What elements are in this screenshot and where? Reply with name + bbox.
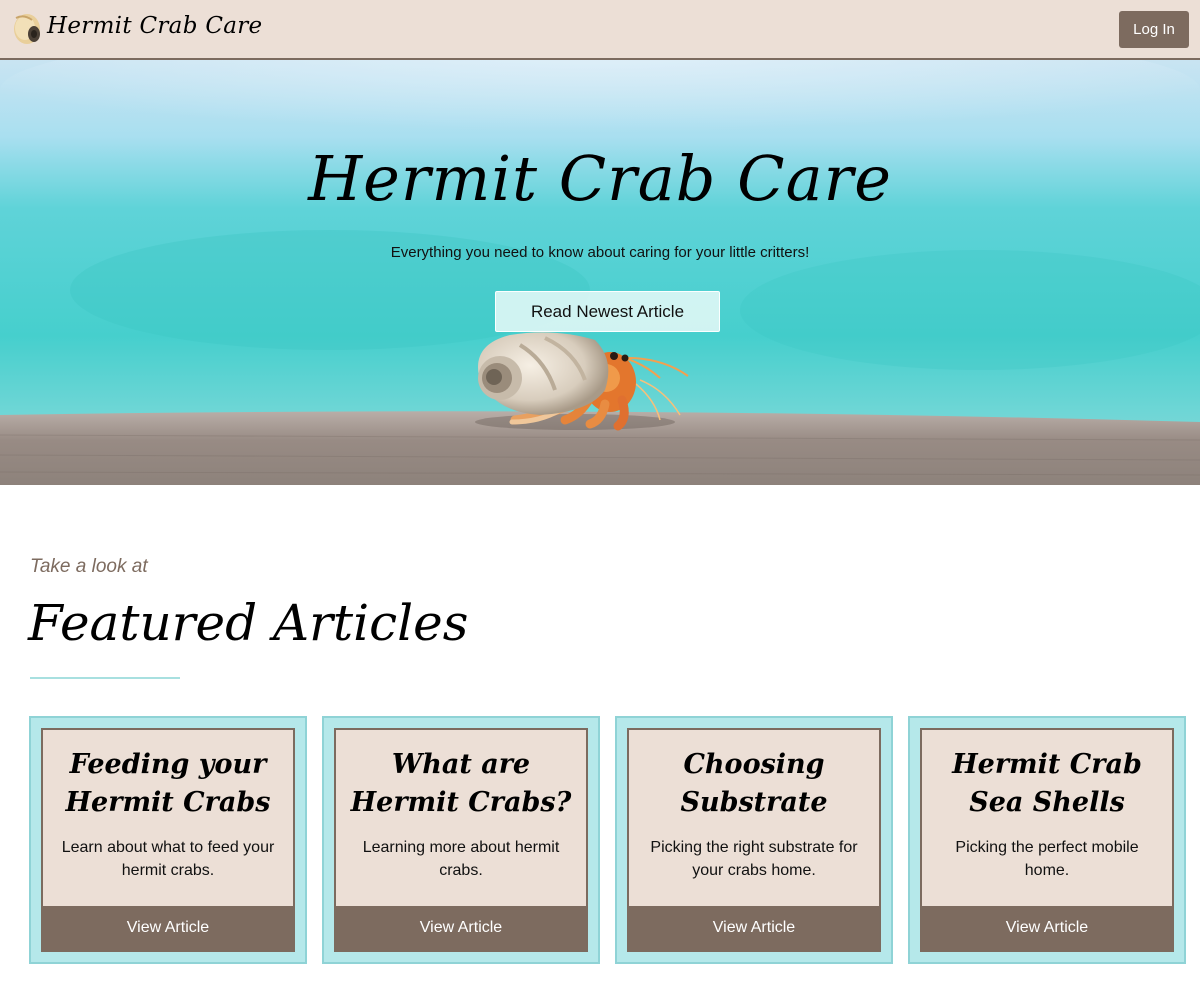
- article-card-description: Picking the right substrate for your cra…: [650, 839, 858, 879]
- article-card-body: Feeding your Hermit Crabs Learn about wh…: [41, 728, 295, 952]
- article-card-title: Hermit Crab Sea Shells: [952, 749, 1142, 818]
- brand-name: Hermit Crab Care: [47, 13, 263, 39]
- article-card: Feeding your Hermit Crabs Learn about wh…: [29, 716, 307, 964]
- view-article-button[interactable]: View Article: [629, 906, 879, 950]
- article-card-body: Hermit Crab Sea Shells Picking the perfe…: [920, 728, 1174, 952]
- article-card: Hermit Crab Sea Shells Picking the perfe…: [908, 716, 1186, 964]
- seashell-icon: [14, 14, 40, 44]
- article-card-description: Picking the perfect mobile home.: [955, 839, 1139, 879]
- hero-subtitle: Everything you need to know about caring…: [390, 244, 810, 261]
- featured-divider: [30, 677, 180, 679]
- article-card-body: Choosing Substrate Picking the right sub…: [627, 728, 881, 952]
- featured-title: Featured Articles: [28, 594, 469, 652]
- view-article-button[interactable]: View Article: [43, 906, 293, 950]
- article-card-body: What are Hermit Crabs? Learning more abo…: [334, 728, 588, 952]
- article-card-title: What are Hermit Crabs?: [350, 749, 572, 818]
- article-card: Choosing Substrate Picking the right sub…: [615, 716, 893, 964]
- view-article-button[interactable]: View Article: [922, 906, 1172, 950]
- article-card-description: Learning more about hermit crabs.: [362, 839, 560, 879]
- featured-eyebrow: Take a look at: [30, 556, 148, 577]
- brand-link[interactable]: Hermit Crab Care: [10, 10, 262, 46]
- hero-banner: Hermit Crab Care Everything you need to …: [0, 60, 1200, 485]
- article-card: What are Hermit Crabs? Learning more abo…: [322, 716, 600, 964]
- article-card-title: Feeding your Hermit Crabs: [65, 749, 271, 818]
- hero-title: Hermit Crab Care: [308, 142, 892, 215]
- article-card-title: Choosing Substrate: [680, 749, 828, 818]
- hermit-crab-beach-image: [0, 60, 1200, 485]
- article-card-description: Learn about what to feed your hermit cra…: [61, 839, 275, 879]
- read-newest-article-button[interactable]: Read Newest Article: [495, 291, 720, 332]
- login-button[interactable]: Log In: [1119, 11, 1189, 48]
- view-article-button[interactable]: View Article: [336, 906, 586, 950]
- top-navbar: Hermit Crab Care Log In: [0, 0, 1200, 60]
